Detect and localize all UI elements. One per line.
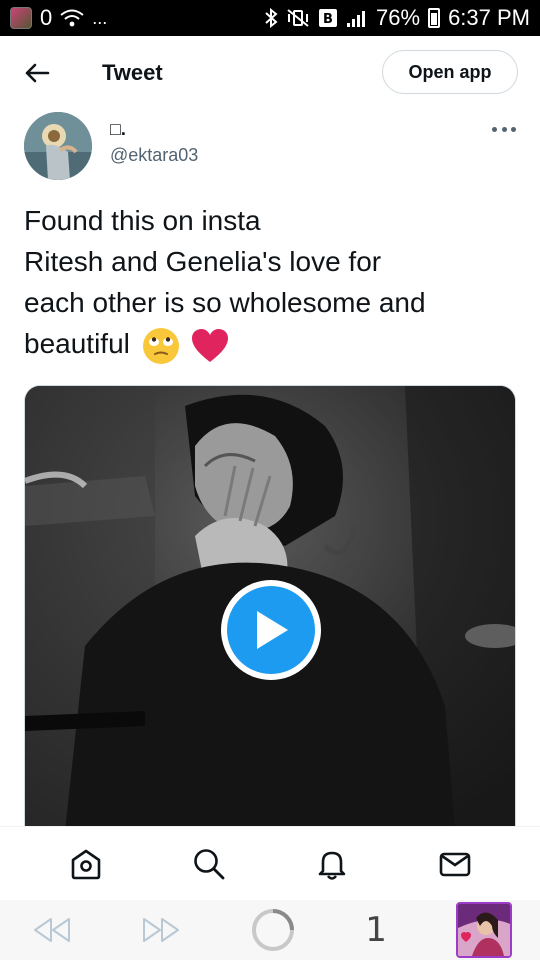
author-names: □. @ektara03 bbox=[110, 112, 198, 168]
back-button[interactable] bbox=[22, 58, 52, 88]
bell-icon bbox=[318, 851, 345, 880]
browser-back-button[interactable] bbox=[32, 916, 72, 944]
play-button[interactable] bbox=[221, 580, 321, 680]
red-heart-emoji-icon bbox=[192, 328, 229, 362]
open-app-button[interactable]: Open app bbox=[382, 50, 518, 94]
status-time: 6:37 PM bbox=[448, 5, 530, 30]
bluetooth-icon bbox=[264, 8, 278, 28]
battery-icon bbox=[428, 8, 441, 28]
more-options-button[interactable] bbox=[492, 120, 516, 138]
status-zero: 0 bbox=[40, 5, 53, 30]
tweet-text-line: Ritesh and Genelia's love for bbox=[24, 246, 382, 277]
tweet-text-line-last: beautiful bbox=[24, 323, 516, 365]
tweet-text: Found this on insta Ritesh and Genelia's… bbox=[24, 200, 516, 365]
mail-icon bbox=[439, 852, 470, 876]
tab-count-button[interactable]: 1 bbox=[365, 910, 387, 950]
status-bar: 0 ... B 76% 6:37 PM bbox=[0, 0, 540, 36]
browser-toolbar: 1 bbox=[0, 900, 540, 960]
tweet-text-line: each other is so wholesome and bbox=[24, 287, 426, 318]
search-icon bbox=[193, 848, 224, 879]
nav-notifications[interactable] bbox=[302, 834, 362, 894]
bottom-navigation bbox=[0, 826, 540, 900]
nav-messages[interactable] bbox=[425, 834, 485, 894]
svg-text:B: B bbox=[323, 12, 333, 27]
home-icon bbox=[71, 849, 100, 879]
page-title: Tweet bbox=[102, 60, 163, 85]
tweet-text-line: beautiful bbox=[24, 328, 130, 359]
status-bar-right: B 76% 6:37 PM bbox=[264, 7, 530, 29]
status-bar-left: 0 ... bbox=[10, 7, 107, 29]
tweet-author: □. @ektara03 bbox=[24, 112, 516, 182]
notification-app-icon bbox=[10, 7, 32, 29]
rewind-icon bbox=[34, 918, 70, 942]
nav-home[interactable] bbox=[56, 834, 116, 894]
eye-roll-emoji-icon bbox=[142, 327, 179, 364]
nav-search[interactable] bbox=[179, 834, 239, 894]
loading-spinner-icon bbox=[252, 909, 295, 951]
vibrate-mute-icon bbox=[286, 8, 310, 28]
user-handle[interactable]: @ektara03 bbox=[110, 142, 198, 168]
arrow-left-icon bbox=[25, 63, 50, 83]
browser-forward-button[interactable] bbox=[141, 916, 181, 944]
display-name[interactable]: □. bbox=[110, 116, 198, 142]
status-dots: ... bbox=[92, 7, 108, 28]
video-thumbnail[interactable] bbox=[24, 385, 516, 830]
tweet-text-line: Found this on insta bbox=[24, 205, 261, 236]
avatar[interactable] bbox=[24, 112, 92, 180]
more-dots-icon bbox=[492, 126, 497, 132]
battery-percent: 76% bbox=[376, 5, 421, 30]
play-icon bbox=[257, 611, 288, 649]
profile-thumbnail[interactable] bbox=[455, 902, 512, 958]
signal-icon bbox=[346, 8, 368, 28]
tweet-header: Tweet Open app bbox=[0, 36, 540, 110]
reload-button[interactable] bbox=[250, 907, 296, 953]
profile-image bbox=[457, 904, 510, 956]
nfc-icon: B bbox=[318, 8, 338, 28]
fast-forward-icon bbox=[143, 918, 180, 942]
wifi-icon bbox=[60, 9, 84, 27]
